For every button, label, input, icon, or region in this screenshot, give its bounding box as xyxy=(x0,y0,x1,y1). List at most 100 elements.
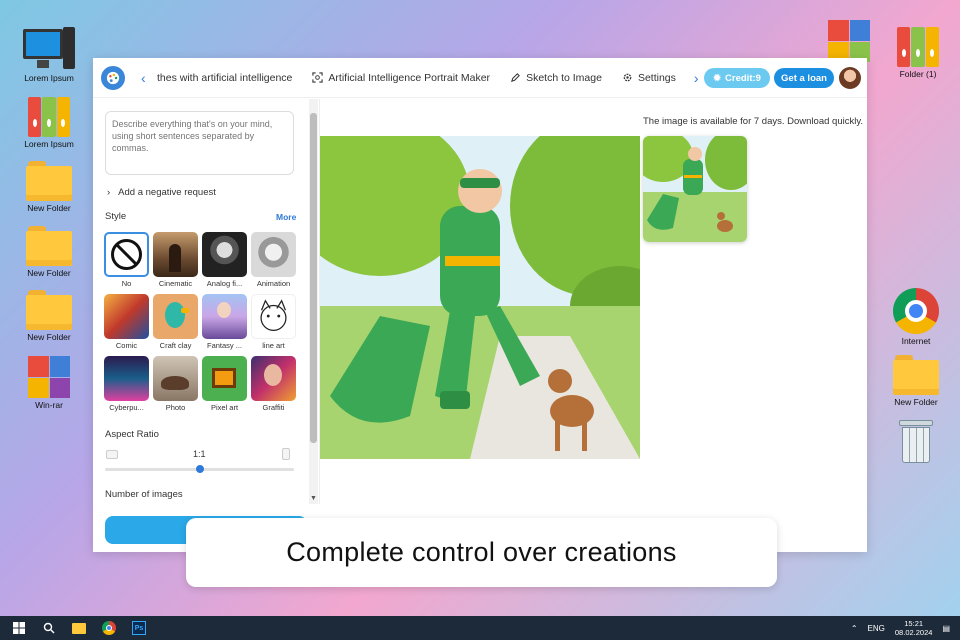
computer-icon xyxy=(23,27,75,71)
nav-item-clothes-ai[interactable]: thes with artificial intelligence xyxy=(157,72,292,84)
slider-knob[interactable] xyxy=(195,465,204,473)
desktop-icon-label: Win-rar xyxy=(35,400,63,410)
style-thumbnail xyxy=(251,356,296,401)
scrollbar-thumb[interactable] xyxy=(310,113,317,443)
credit-button[interactable]: ✹ Credit:9 xyxy=(704,68,770,88)
prompt-input[interactable] xyxy=(105,111,294,175)
sidebar-scrollbar[interactable]: ▼ xyxy=(309,99,318,504)
folder-icon xyxy=(26,226,72,266)
language-indicator[interactable]: ENG xyxy=(868,624,885,633)
scroll-down-arrow-icon[interactable]: ▼ xyxy=(310,495,317,502)
add-negative-request-toggle[interactable]: › Add a negative request xyxy=(107,187,216,198)
style-thumbnail xyxy=(153,232,198,277)
style-option-pixel-art[interactable]: Pixel art xyxy=(202,356,247,412)
desktop-icon-folder[interactable]: New Folder xyxy=(17,161,81,213)
availability-notice: The image is available for 7 days. Downl… xyxy=(643,116,864,127)
tray-expand-chevron-icon[interactable]: ⌃ xyxy=(851,624,858,633)
top-navigation: ‹ thes with artificial intelligence Arti… xyxy=(93,58,867,98)
binders-icon xyxy=(28,97,70,137)
style-option-fantasy[interactable]: Fantasy ... xyxy=(202,294,247,350)
clock[interactable]: 15:21 08.02.2024 xyxy=(895,619,933,637)
style-label: Fantasy ... xyxy=(206,341,242,350)
more-styles-link[interactable]: More xyxy=(276,212,296,222)
chevron-right-icon: › xyxy=(107,187,111,198)
aspect-ratio-slider[interactable] xyxy=(105,465,294,473)
desktop-icon-winrar[interactable]: Win-rar xyxy=(17,356,81,410)
caption-banner: Complete control over creations xyxy=(186,518,777,587)
desktop-icon-folder-1[interactable]: Folder (1) xyxy=(886,27,950,79)
aspect-ratio-row: 1:1 xyxy=(93,448,305,460)
desktop-icon-label: Folder (1) xyxy=(899,69,937,79)
style-label: Comic xyxy=(115,341,138,350)
style-label: Cyberpu... xyxy=(109,403,144,412)
search-icon[interactable] xyxy=(34,616,64,640)
desktop-icon-folder[interactable]: New Folder xyxy=(17,226,81,278)
style-option-line-art[interactable]: line art xyxy=(251,294,296,350)
style-option-no[interactable]: No xyxy=(104,232,149,288)
windows-start-icon[interactable] xyxy=(4,616,34,640)
nav-item-label: Settings xyxy=(637,71,676,84)
style-grid: No Cinematic Analog fi... Animation Comi… xyxy=(104,232,299,412)
style-thumbnail xyxy=(104,294,149,339)
aspect-ratio-value: 1:1 xyxy=(193,449,206,459)
style-option-cinematic[interactable]: Cinematic xyxy=(153,232,198,288)
style-label: Craft clay xyxy=(159,341,192,350)
desktop-icon-label: Lorem Ipsum xyxy=(24,139,74,149)
style-label: Photo xyxy=(165,403,186,412)
style-option-craft-clay[interactable]: Craft clay xyxy=(153,294,198,350)
nav-item-label: thes with artificial intelligence xyxy=(157,71,293,84)
style-option-cyberpunk[interactable]: Cyberpu... xyxy=(104,356,149,412)
style-option-photo[interactable]: Photo xyxy=(153,356,198,412)
desktop-icon-label: New Folder xyxy=(27,203,71,213)
system-tray: ⌃ ENG 15:21 08.02.2024 ▤ xyxy=(851,616,950,640)
get-loan-button[interactable]: Get a loan xyxy=(774,68,834,88)
nav-prev-chevron-icon[interactable]: ‹ xyxy=(141,70,153,86)
generated-image[interactable] xyxy=(320,136,640,459)
portrait-ratio-icon[interactable] xyxy=(282,448,290,460)
desktop-icon-label: Lorem Ipsum xyxy=(24,73,74,83)
desktop-icon-trash[interactable] xyxy=(884,420,948,466)
notification-icon[interactable]: ▤ xyxy=(942,624,950,633)
style-label: No xyxy=(121,279,132,288)
no-style-icon xyxy=(104,232,149,277)
style-label: Cinematic xyxy=(158,279,193,288)
binders-icon xyxy=(828,20,870,62)
face-scan-icon xyxy=(312,72,324,83)
folder-icon xyxy=(893,355,939,395)
folder-icon xyxy=(26,161,72,201)
style-label: Animation xyxy=(256,279,291,288)
desktop-icon-binders[interactable]: Lorem Ipsum xyxy=(17,97,81,149)
style-thumbnail xyxy=(153,294,198,339)
gear-icon xyxy=(623,73,632,82)
file-explorer-icon[interactable] xyxy=(64,616,94,640)
desktop-icon-internet[interactable]: Internet xyxy=(884,288,948,346)
style-option-animation[interactable]: Animation xyxy=(251,232,296,288)
style-thumbnail xyxy=(153,356,198,401)
nav-item-portrait-maker[interactable]: Artificial Intelligence Portrait Maker xyxy=(312,72,490,84)
desktop-icon-computer[interactable]: Lorem Ipsum xyxy=(17,27,81,83)
style-option-analog-film[interactable]: Analog fi... xyxy=(202,232,247,288)
style-option-graffiti[interactable]: Graffiti xyxy=(251,356,296,412)
landscape-ratio-icon[interactable] xyxy=(106,450,118,459)
style-label: Pixel art xyxy=(210,403,239,412)
palette-logo-icon[interactable] xyxy=(101,65,125,90)
app-window: ‹ thes with artificial intelligence Arti… xyxy=(93,58,867,552)
style-thumbnail xyxy=(251,232,296,277)
desktop-icon-label: New Folder xyxy=(27,268,71,278)
nav-item-settings[interactable]: Settings xyxy=(622,72,676,84)
chrome-icon xyxy=(893,288,939,334)
desktop-icon-label: New Folder xyxy=(27,332,71,342)
nav-item-label: Artificial Intelligence Portrait Maker xyxy=(328,71,491,84)
desktop-icon-folder[interactable]: New Folder xyxy=(17,290,81,342)
nav-item-sketch-to-image[interactable]: Sketch to Image xyxy=(510,72,602,84)
desktop-icon-label: Internet xyxy=(901,336,931,346)
style-option-comic[interactable]: Comic xyxy=(104,294,149,350)
generated-image-thumbnail[interactable] xyxy=(643,136,747,242)
style-label: line art xyxy=(262,341,285,350)
chrome-taskbar-icon[interactable] xyxy=(94,616,124,640)
negative-request-label: Add a negative request xyxy=(118,187,216,198)
photoshop-icon[interactable]: Ps xyxy=(124,616,154,640)
user-avatar[interactable] xyxy=(839,67,861,89)
desktop-icon-folder[interactable]: New Folder xyxy=(884,355,948,407)
style-thumbnail xyxy=(251,294,296,339)
